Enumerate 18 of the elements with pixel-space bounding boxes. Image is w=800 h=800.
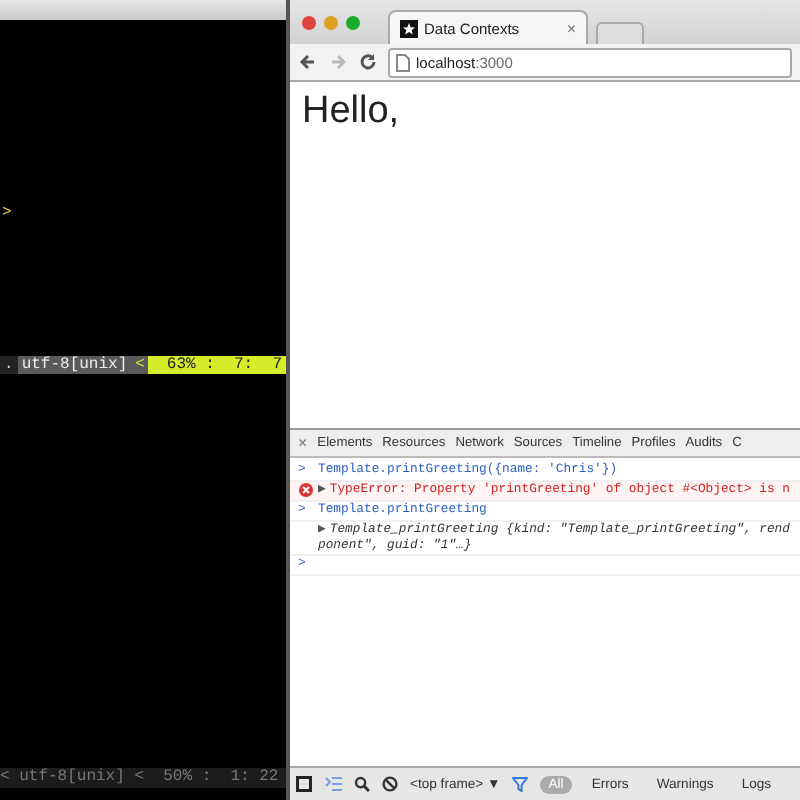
clear-icon[interactable] [382,776,398,792]
status-segment: . [0,356,18,374]
page-icon [396,53,410,71]
forward-icon[interactable] [328,52,348,72]
tab-close-button[interactable]: × [566,19,576,37]
devtools-close-button[interactable]: × [298,434,308,452]
reload-icon[interactable] [358,52,378,72]
status-segment: 63% : 7: 7 [148,356,286,374]
filter-icon[interactable] [512,776,529,792]
back-icon[interactable] [298,52,318,72]
terminal-text: > [0,204,14,224]
search-icon[interactable] [354,776,370,792]
new-tab-button[interactable] [596,22,644,44]
favicon-icon [400,19,418,37]
page-heading: Hello, [302,90,400,134]
console-drawer-icon[interactable] [324,776,342,792]
status-segment: utf-8[unix] [17,356,132,374]
dock-icon[interactable] [296,776,312,792]
